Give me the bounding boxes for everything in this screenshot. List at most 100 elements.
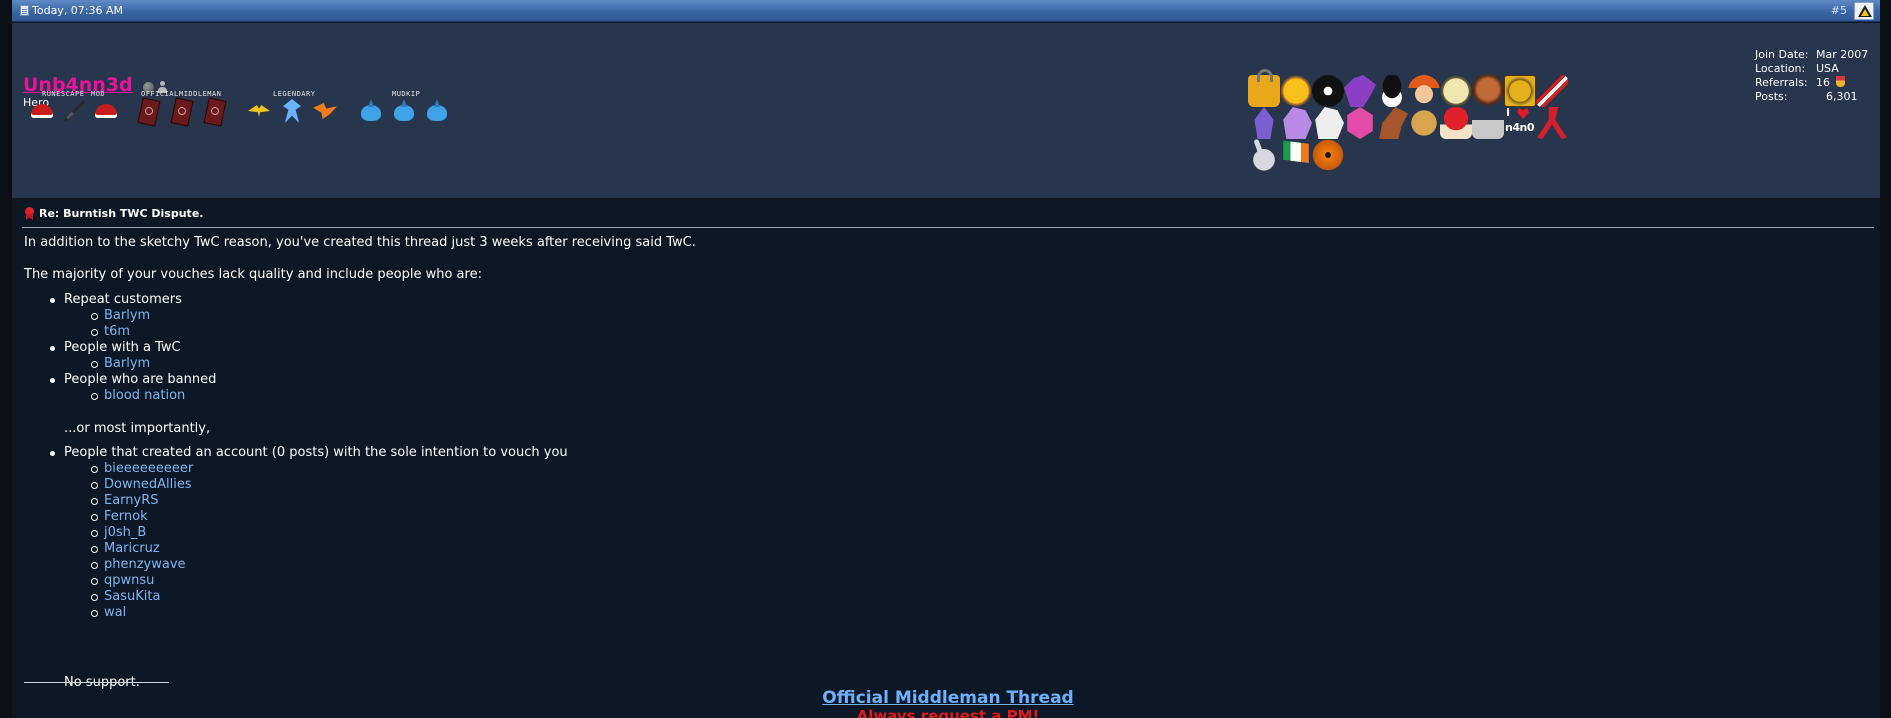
lock-icon[interactable] [1248,69,1280,107]
post-number-link[interactable]: #5 [1831,4,1847,17]
heart-icon [1517,108,1529,119]
face-icon[interactable] [1440,75,1472,107]
user-link[interactable]: t6m [104,324,130,339]
ribbon-icon[interactable] [1536,107,1568,139]
post-title-text: Re: Burntish TWC Dispute. [39,207,204,220]
post-document-icon [20,5,29,16]
post-body: Re: Burntish TWC Dispute. In addition to… [16,200,1880,718]
post-award-ribbon-icon [24,207,35,220]
heisenberg-icon[interactable] [1376,75,1408,107]
user-link[interactable]: phenzywave [104,557,186,572]
list-item: DownedAllies [91,477,824,493]
mudkip-award-icon-3[interactable] [423,97,451,125]
report-post-warning-icon[interactable] [1854,2,1874,20]
user-link[interactable]: DownedAllies [104,477,192,492]
zapdos-award-icon[interactable] [245,97,273,125]
stat-join-date: Join Date: Mar 2007 [1755,48,1869,61]
crystal-icon[interactable] [1347,107,1373,139]
signature-subtitle: Always request a PM! [856,707,1040,718]
middleman-thread-link[interactable]: Official Middleman Thread [16,688,1880,708]
list-item: t6m [91,324,624,340]
eight-ball-icon[interactable] [1312,75,1344,107]
santa-hat-award-icon[interactable] [28,97,56,125]
signature-divider [24,682,169,683]
user-link[interactable]: SasuKita [104,589,160,604]
sub-list: Barlym t6m [64,308,624,340]
sub-list: blood nation [64,388,624,404]
sun-icon[interactable] [1280,75,1312,107]
mudkip-award-icon-1[interactable] [357,97,385,125]
user-link[interactable]: EarnyRS [104,493,159,508]
user-stats: Join Date: Mar 2007 Location: USA Referral… [1755,48,1868,104]
user-link[interactable]: qpwnsu [104,573,154,588]
candy-cane-icon[interactable] [1536,75,1568,107]
sub-list: Barlym [64,356,624,372]
list-item: bieeeeeeeeer [91,461,824,477]
wizard-icon[interactable] [1254,107,1274,139]
post-date-text: Today, 07:36 AM [32,4,124,17]
bunny-icon[interactable] [1248,139,1280,171]
list-item: j0sh_B [91,525,824,541]
title-divider [22,227,1874,228]
middleman-book-award-icon-1[interactable] [134,97,162,125]
page-frame: Today, 07:36 AM #5 Unb4nn3d Hero Runesca… [0,0,1891,718]
list-item: EarnyRS [91,493,824,509]
mushroom-icon[interactable] [1440,107,1472,139]
referral-medal-icon [1836,76,1845,87]
sub-list: bieeeeeeeeer DownedAllies EarnyRS Fernok… [64,461,824,621]
lion-icon[interactable] [1504,75,1536,107]
castle-icon[interactable] [1472,107,1504,139]
list-item: blood nation [91,388,624,404]
list-item: Barlym [91,356,624,372]
mudkip-award-icon-2[interactable] [390,97,418,125]
user-link[interactable]: bieeeeeeeeer [104,461,193,476]
sword-award-icon[interactable] [60,97,88,125]
irish-flag-icon[interactable] [1283,140,1309,163]
list-item: wal [91,605,824,621]
user-link[interactable]: Barlym [104,308,150,323]
list-item: phenzywave [91,557,824,573]
list-item: Fernok [91,509,824,525]
list-item: People who are banned blood nation [50,372,624,404]
list-item: Barlym [91,308,624,324]
post-lead: The majority of your vouches lack qualit… [24,267,482,282]
user-info-panel: Unb4nn3d Hero Runescape Mod Official Mid… [12,23,1880,198]
list-item: Repeat customers Barlym t6m [50,292,624,340]
articuno-award-icon[interactable] [278,97,306,125]
white-pony-icon[interactable] [1315,107,1344,139]
dragon-icon[interactable] [1344,75,1376,107]
new-account-vouchers-list: People that created an account (0 posts)… [24,445,824,621]
i-love-n4n0-icon[interactable]: I n4n0 [1504,107,1536,139]
post-title: Re: Burntish TWC Dispute. [24,207,203,220]
moltres-award-icon[interactable] [311,97,339,125]
post-intro: In addition to the sketchy TwC reason, y… [24,235,696,250]
middleman-book-award-icon-3[interactable] [200,97,228,125]
fry-icon[interactable] [1408,75,1440,107]
list-item: qpwnsu [91,573,824,589]
post-container: Today, 07:36 AM #5 Unb4nn3d Hero Runesca… [12,0,1880,718]
mod-hat-award-icon[interactable] [92,97,120,125]
middleman-book-award-icon-2[interactable] [167,97,195,125]
post-header-bar: Today, 07:36 AM #5 [12,0,1880,22]
user-link[interactable]: Barlym [104,356,150,371]
pumpkin-icon[interactable] [1312,139,1344,171]
list-item: SasuKita [91,589,824,605]
doge-icon[interactable] [1408,107,1440,139]
list-item: People that created an account (0 posts)… [50,445,824,621]
user-link[interactable]: blood nation [104,388,185,403]
user-link[interactable]: wal [104,605,126,620]
user-link[interactable]: j0sh_B [104,525,146,540]
ape-icon[interactable] [1472,75,1504,107]
stat-referrals: Referrals: 16 [1755,76,1868,90]
user-link[interactable]: Fernok [104,509,148,524]
post-date: Today, 07:36 AM [20,4,123,17]
stat-posts: Posts: 6,301 [1755,90,1858,103]
user-link[interactable]: Maricruz [104,541,160,556]
list-item: People with a TwC Barlym [50,340,624,372]
post-bridge: ...or most importantly, [64,421,211,436]
vouch-categories-list: Repeat customers Barlym t6m People with … [24,292,624,404]
list-item: Maricruz [91,541,824,557]
pony-icon[interactable] [1283,107,1312,139]
squirrel-icon[interactable] [1379,107,1408,139]
stat-location: Location: USA [1755,62,1839,75]
